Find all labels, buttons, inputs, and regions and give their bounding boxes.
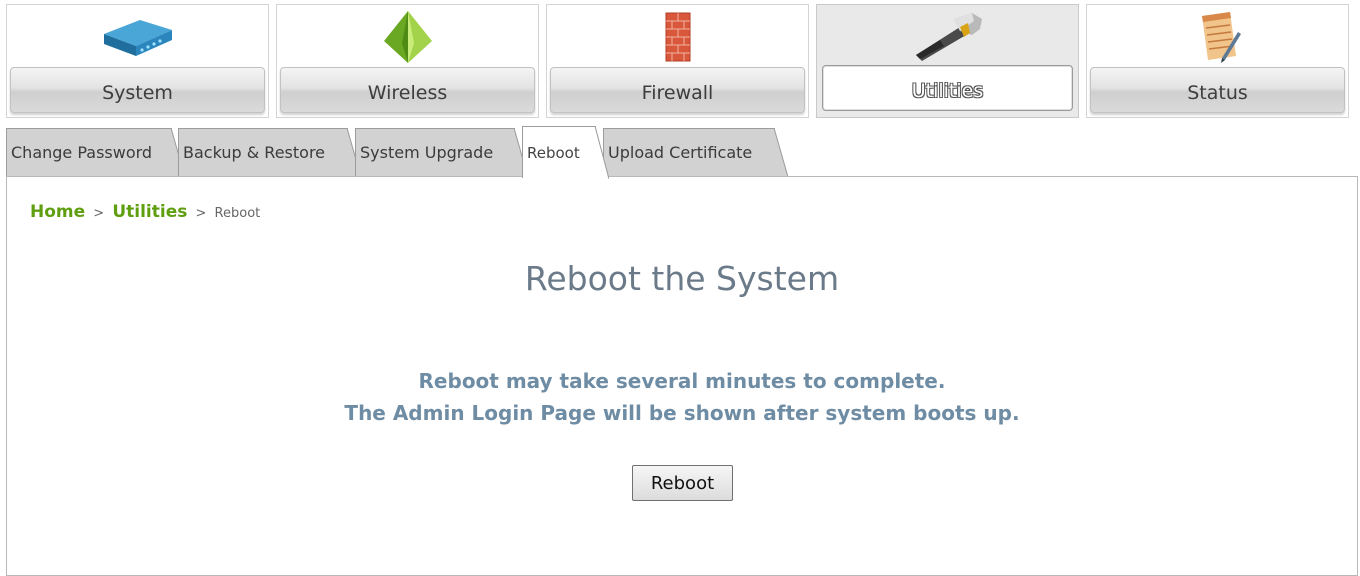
tab-reboot[interactable]: Reboot <box>522 126 609 179</box>
nav-system[interactable]: System <box>6 4 269 118</box>
nav-utilities-label: Utilities <box>822 65 1073 111</box>
breadcrumb-separator: > <box>93 206 105 221</box>
nav-status-label: Status <box>1090 67 1345 113</box>
breadcrumb-utilities-link[interactable]: Utilities <box>112 202 187 222</box>
tab-reboot-label: Reboot <box>527 143 580 162</box>
breadcrumb-separator: > <box>195 206 207 221</box>
tab-edge-icon <box>595 126 609 179</box>
nav-status[interactable]: Status <box>1086 4 1349 118</box>
router-icon <box>7 9 268 65</box>
nav-wireless-label: Wireless <box>280 67 535 113</box>
tab-change-password[interactable]: Change Password <box>6 128 185 177</box>
pyramid-icon <box>277 9 538 65</box>
tab-change-password-label: Change Password <box>11 143 153 162</box>
nav-firewall-label: Firewall <box>550 67 805 113</box>
reboot-info-line-2: The Admin Login Page will be shown after… <box>344 401 1020 425</box>
hammer-icon <box>817 9 1078 65</box>
top-navigation: System Wireless Firewall Utilities Statu… <box>6 4 1356 120</box>
tab-backup-restore[interactable]: Backup & Restore <box>178 128 361 177</box>
page-title: Reboot the System <box>524 259 840 298</box>
reboot-info-line-1: Reboot may take several minutes to compl… <box>418 369 946 393</box>
nav-system-label: System <box>10 67 265 113</box>
tab-edge-icon <box>774 128 788 177</box>
tab-upload-certificate-label: Upload Certificate <box>608 143 753 162</box>
breadcrumb: Home > Utilities > Reboot <box>30 202 260 222</box>
breadcrumb-home-link[interactable]: Home <box>30 202 85 222</box>
nav-wireless[interactable]: Wireless <box>276 4 539 118</box>
sub-tab-bar: Change Password Backup & Restore System … <box>0 124 1360 179</box>
notepad-icon <box>1087 9 1348 65</box>
tab-system-upgrade[interactable]: System Upgrade <box>355 128 528 177</box>
nav-utilities[interactable]: Utilities <box>816 4 1079 118</box>
tab-upload-certificate[interactable]: Upload Certificate <box>603 128 788 177</box>
tab-system-upgrade-label: System Upgrade <box>360 143 494 162</box>
content-panel: Home > Utilities > Reboot Reboot the Sys… <box>6 176 1358 576</box>
breadcrumb-current: Reboot <box>214 206 261 221</box>
tab-backup-restore-label: Backup & Restore <box>183 143 326 162</box>
firewall-icon <box>547 9 808 65</box>
nav-firewall[interactable]: Firewall <box>546 4 809 118</box>
reboot-button[interactable]: Reboot <box>632 465 733 501</box>
